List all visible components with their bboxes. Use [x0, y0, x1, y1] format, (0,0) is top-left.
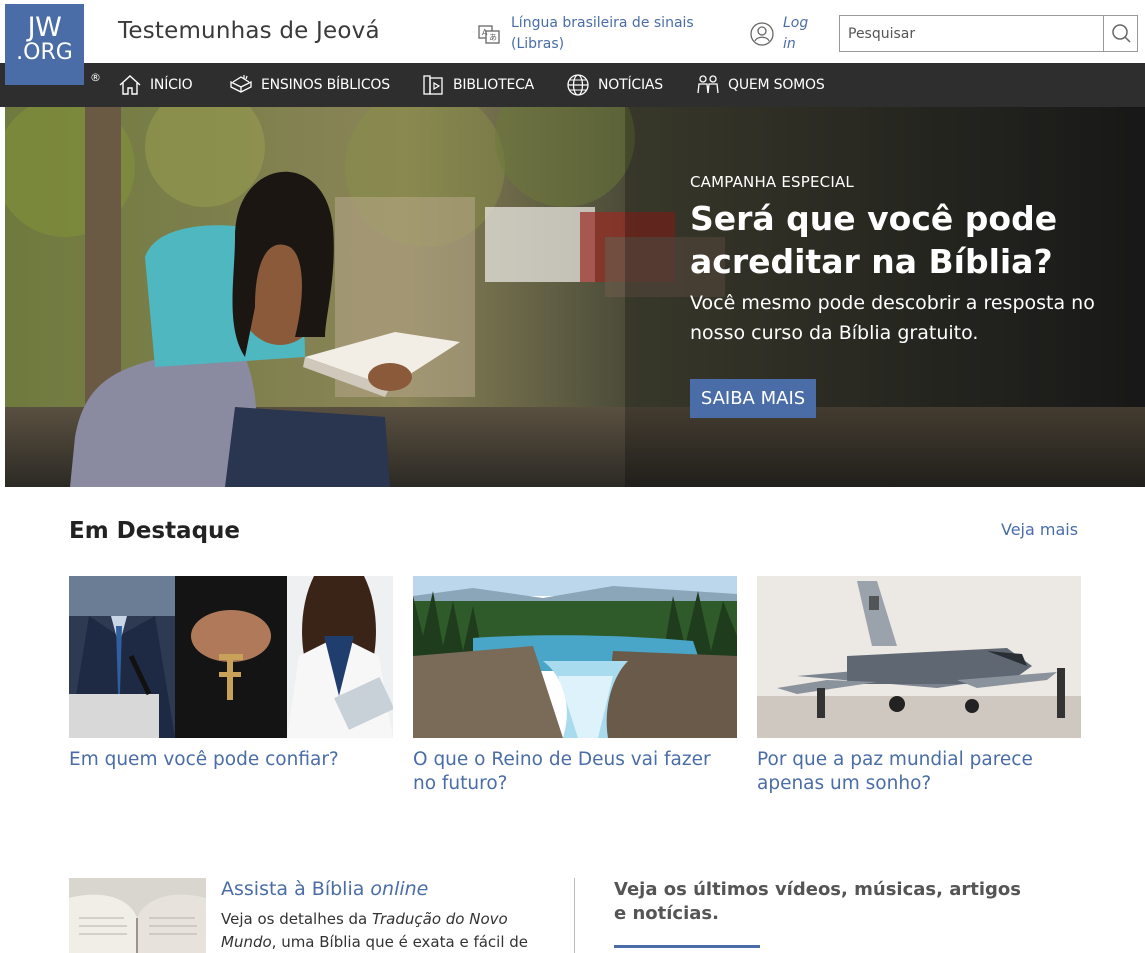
bible-thumbnail[interactable] — [69, 878, 206, 953]
bible-title-emphasis: online — [370, 878, 429, 900]
open-bible-image — [69, 878, 206, 953]
nav-item-quem-somos[interactable]: QUEM SOMOS — [696, 63, 825, 107]
column-divider — [574, 878, 575, 953]
people-icon — [697, 75, 719, 94]
bible-online-title[interactable]: Assista à Bíblia online — [221, 878, 428, 900]
card-title[interactable]: Em quem você pode confiar? — [69, 748, 393, 772]
bible-desc-text: Veja os detalhes da — [221, 910, 373, 928]
trust-leaders-image — [69, 576, 393, 738]
svg-text:あ: あ — [489, 33, 497, 42]
card-thumbnail[interactable] — [413, 576, 737, 738]
home-icon — [119, 75, 141, 95]
card-title[interactable]: O que o Reino de Deus vai fazer no futur… — [413, 748, 737, 796]
open-bible-icon — [230, 75, 252, 93]
svg-text:A: A — [482, 28, 488, 37]
jw-org-logo[interactable]: JW .ORG — [5, 4, 84, 85]
bible-desc-suffix: , uma Bíblia que é exata e fácil de — [271, 933, 529, 951]
card-title[interactable]: Por que a paz mundial parece apenas um s… — [757, 748, 1081, 796]
nav-item-inicio[interactable]: INÍCIO — [118, 63, 193, 107]
latest-content-title: Veja os últimos vídeos, músicas, artigos… — [614, 879, 1021, 924]
saiba-mais-button[interactable]: SAIBA MAIS — [690, 379, 816, 418]
nav-item-biblioteca[interactable]: BIBLIOTECA — [421, 63, 534, 107]
latest-tab-indicator — [614, 945, 760, 948]
user-icon[interactable] — [750, 22, 774, 46]
main-nav: INÍCIO ENSINOS BÍBLICOS BIBLIOTECA NOTÍC… — [0, 63, 1145, 107]
waterfall-landscape-image — [413, 576, 737, 738]
hero-banner: CAMPANHA ESPECIAL Será que você pode acr… — [5, 107, 1145, 487]
nav-label: BIBLIOTECA — [453, 77, 535, 93]
hero-text-block: CAMPANHA ESPECIAL Será que você pode acr… — [690, 173, 1130, 348]
registered-mark: ® — [90, 71, 101, 84]
login-link[interactable]: Log in — [783, 13, 813, 55]
card-thumbnail[interactable] — [757, 576, 1081, 738]
featured-section-title: Em Destaque — [69, 518, 241, 544]
see-more-link[interactable]: Veja mais — [1001, 520, 1078, 539]
logo-line1: JW — [27, 12, 62, 43]
featured-card[interactable]: O que o Reino de Deus vai fazer no futur… — [413, 576, 737, 796]
search-button[interactable] — [1103, 16, 1137, 51]
sign-language-icon[interactable]: A あ — [478, 23, 500, 45]
hero-title: Será que você pode acreditar na Bíblia? — [690, 199, 1058, 281]
hero-subtitle: Você mesmo pode descobrir a resposta no … — [690, 292, 1095, 344]
bible-online-description: Veja os detalhes da Tradução do Novo Mun… — [221, 908, 541, 953]
card-thumbnail[interactable] — [69, 576, 393, 738]
site-title[interactable]: Testemunhas de Jeová — [118, 18, 380, 44]
library-icon — [423, 75, 443, 95]
language-link[interactable]: Língua brasileira de sinais (Libras) — [511, 13, 696, 55]
nav-label: NOTÍCIAS — [598, 77, 663, 93]
logo-line2: .ORG — [16, 40, 73, 65]
site-header: Testemunhas de Jeová A あ Língua brasilei… — [0, 0, 1145, 63]
search-icon — [1112, 24, 1131, 43]
featured-card[interactable]: Em quem você pode confiar? — [69, 576, 393, 772]
hero-eyebrow: CAMPANHA ESPECIAL — [690, 173, 854, 191]
nav-item-noticias[interactable]: NOTÍCIAS — [566, 63, 663, 107]
search-box — [839, 15, 1138, 52]
search-input[interactable] — [840, 16, 1103, 51]
featured-card[interactable]: Por que a paz mundial parece apenas um s… — [757, 576, 1081, 796]
fighter-jet-image — [757, 576, 1081, 738]
nav-label: INÍCIO — [150, 77, 193, 93]
globe-icon — [567, 74, 589, 96]
bible-title-text: Assista à Bíblia — [221, 878, 371, 900]
nav-label: ENSINOS BÍBLICOS — [261, 77, 390, 93]
nav-item-ensinos[interactable]: ENSINOS BÍBLICOS — [229, 63, 390, 107]
nav-label: QUEM SOMOS — [728, 77, 825, 93]
